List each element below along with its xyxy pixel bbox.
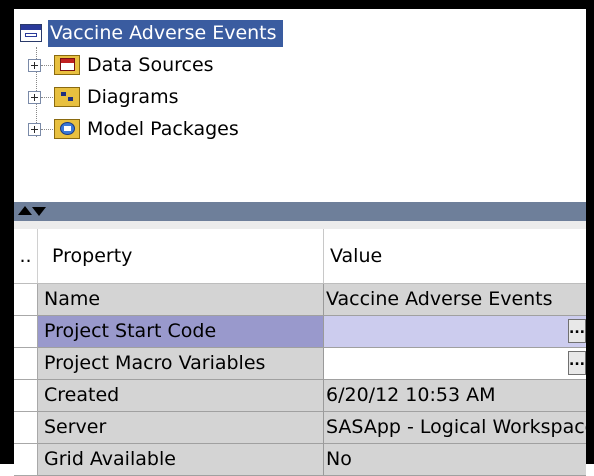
data-sources-folder-icon — [53, 54, 81, 76]
table-row[interactable]: Server SASApp - Logical Workspace Server — [14, 412, 586, 444]
tree-root-project[interactable]: Vaccine Adverse Events — [20, 19, 283, 47]
tree-branch-line — [41, 64, 53, 66]
row-selector[interactable] — [14, 444, 38, 476]
tree-node-label[interactable]: Model Packages — [87, 117, 239, 141]
tree-root-label[interactable]: Vaccine Adverse Events — [48, 19, 283, 47]
expand-plus-icon[interactable] — [28, 90, 41, 104]
table-row[interactable]: Grid Available No — [14, 444, 586, 476]
table-row[interactable]: Project Start Code ... — [14, 316, 586, 348]
row-selector[interactable] — [14, 412, 38, 444]
property-name-cell: Project Start Code — [38, 316, 324, 348]
property-value-cell[interactable]: SASApp - Logical Workspace Server — [324, 412, 586, 444]
edit-start-code-button[interactable]: ... — [568, 319, 586, 343]
column-header-value[interactable]: Value — [324, 229, 586, 283]
expand-plus-icon[interactable] — [28, 58, 41, 72]
expand-plus-icon[interactable] — [28, 122, 41, 136]
edit-macro-variables-button[interactable]: ... — [568, 351, 586, 375]
window-frame-top — [0, 0, 594, 9]
property-name-cell: Created — [38, 380, 324, 412]
window-frame-right — [586, 0, 594, 464]
table-row[interactable]: Created 6/20/12 10:53 AM — [14, 380, 586, 412]
property-name-cell: Name — [38, 284, 324, 316]
property-name-cell: Project Macro Variables — [38, 348, 324, 380]
pane-splitter[interactable] — [14, 202, 586, 221]
table-header: .. Property Value — [14, 229, 586, 284]
property-value-cell[interactable]: No — [324, 444, 586, 476]
row-selector[interactable] — [14, 316, 38, 348]
tree-branch-line — [41, 96, 53, 98]
window-frame-left — [0, 0, 14, 464]
collapse-up-arrow-icon[interactable] — [18, 206, 32, 215]
property-name-cell: Grid Available — [38, 444, 324, 476]
property-value-cell[interactable]: 6/20/12 10:53 AM — [324, 380, 586, 412]
tree-node-data-sources[interactable]: Data Sources — [28, 50, 214, 80]
row-selector[interactable] — [14, 284, 38, 316]
properties-table: .. Property Value Name Vaccine Adverse E… — [14, 221, 586, 476]
table-row[interactable]: Project Macro Variables ... — [14, 348, 586, 380]
tree-node-label[interactable]: Diagrams — [87, 85, 178, 109]
row-selector[interactable] — [14, 380, 38, 412]
table-row[interactable]: Name Vaccine Adverse Events — [14, 284, 586, 316]
tree-node-label[interactable]: Data Sources — [87, 53, 214, 77]
header-row-selector[interactable]: .. — [14, 229, 38, 283]
project-tree: Vaccine Adverse Events Data Sources Diag… — [14, 9, 586, 202]
property-value-cell[interactable]: Vaccine Adverse Events — [324, 284, 586, 316]
tree-branch-line — [41, 128, 53, 130]
property-value-cell[interactable]: ... — [324, 316, 586, 348]
project-icon — [20, 24, 42, 42]
property-value-cell[interactable]: ... — [324, 348, 586, 380]
property-name-cell: Server — [38, 412, 324, 444]
diagrams-folder-icon — [53, 86, 81, 108]
model-packages-folder-icon — [53, 118, 81, 140]
expand-down-arrow-icon[interactable] — [32, 207, 46, 216]
tree-node-model-packages[interactable]: Model Packages — [28, 114, 239, 144]
row-selector[interactable] — [14, 348, 38, 380]
tree-node-diagrams[interactable]: Diagrams — [28, 82, 178, 112]
column-header-property[interactable]: Property — [38, 229, 324, 283]
